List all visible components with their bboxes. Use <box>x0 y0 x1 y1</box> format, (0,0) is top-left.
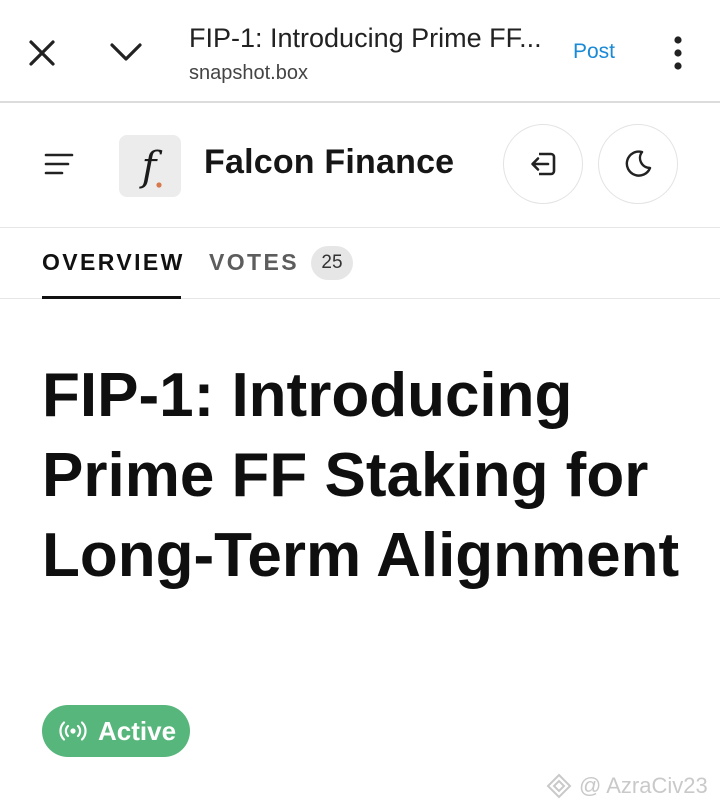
broadcast-icon <box>59 721 87 741</box>
page-title: FIP-1: Introducing Prime FF... <box>189 23 542 53</box>
proposal-tabs: OVERVIEW VOTES <box>0 228 720 299</box>
moon-icon <box>625 150 652 177</box>
tab-overview[interactable]: OVERVIEW <box>42 249 185 276</box>
watermark-logo-icon <box>546 773 572 799</box>
close-icon <box>29 40 55 66</box>
watermark-text: @ AzraCiv23 <box>579 773 708 798</box>
status-label: Active <box>98 715 177 746</box>
more-options-button[interactable] <box>664 33 692 73</box>
brand-name[interactable]: Falcon Finance <box>204 143 454 182</box>
page-url: snapshot.box <box>189 62 308 84</box>
login-button[interactable] <box>503 124 583 204</box>
login-icon <box>531 152 556 176</box>
chevron-down-icon <box>110 43 142 61</box>
votes-count-badge: 25 <box>311 246 353 280</box>
falcon-finance-logo[interactable]: f <box>119 135 181 197</box>
tab-votes[interactable]: VOTES <box>209 249 299 276</box>
status-badge: Active <box>42 705 190 757</box>
logo-icon: f <box>139 144 163 190</box>
page-info: FIP-1: Introducing Prime FF... snapshot.… <box>189 20 549 86</box>
site-header: f Falcon Finance <box>0 103 720 228</box>
menu-button[interactable] <box>44 151 74 177</box>
collapse-button[interactable] <box>104 33 148 73</box>
watermark: @ AzraCiv23 <box>545 772 708 800</box>
post-button[interactable]: Post <box>573 40 615 64</box>
browser-toolbar: FIP-1: Introducing Prime FF... snapshot.… <box>0 0 720 103</box>
more-vertical-icon <box>674 36 682 70</box>
close-button[interactable] <box>22 33 62 73</box>
hamburger-menu-icon <box>44 153 74 175</box>
proposal-title: FIP-1: Introducing Prime FF Staking for … <box>42 361 680 590</box>
active-tab-indicator <box>42 296 181 299</box>
theme-toggle-button[interactable] <box>598 124 678 204</box>
